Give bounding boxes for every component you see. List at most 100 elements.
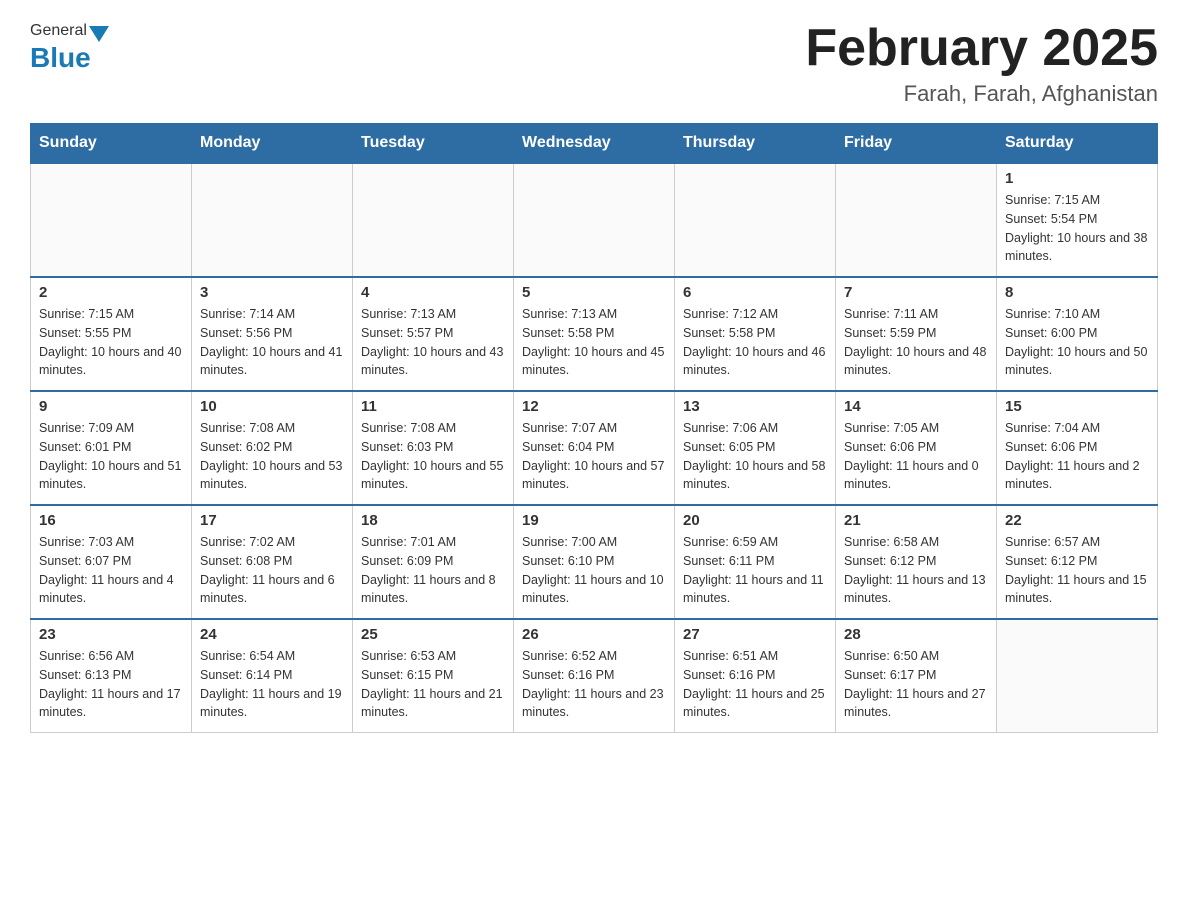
sun-info: Sunrise: 7:07 AMSunset: 6:04 PMDaylight:… <box>522 419 666 494</box>
calendar-cell: 13 Sunrise: 7:06 AMSunset: 6:05 PMDayligh… <box>675 391 836 505</box>
sun-info: Sunrise: 6:56 AMSunset: 6:13 PMDaylight:… <box>39 647 183 722</box>
day-number: 28 <box>844 626 988 643</box>
calendar-weekday-wednesday: Wednesday <box>514 124 675 164</box>
day-number: 5 <box>522 284 666 301</box>
calendar-cell <box>997 619 1158 733</box>
sun-info: Sunrise: 7:01 AMSunset: 6:09 PMDaylight:… <box>361 533 505 608</box>
calendar-cell: 16 Sunrise: 7:03 AMSunset: 6:07 PMDayligh… <box>31 505 192 619</box>
day-number: 2 <box>39 284 183 301</box>
day-number: 18 <box>361 512 505 529</box>
calendar-cell: 10 Sunrise: 7:08 AMSunset: 6:02 PMDayligh… <box>192 391 353 505</box>
sun-info: Sunrise: 7:13 AMSunset: 5:58 PMDaylight:… <box>522 305 666 380</box>
calendar-cell: 20 Sunrise: 6:59 AMSunset: 6:11 PMDayligh… <box>675 505 836 619</box>
day-number: 14 <box>844 398 988 415</box>
sun-info: Sunrise: 6:50 AMSunset: 6:17 PMDaylight:… <box>844 647 988 722</box>
calendar-cell: 1 Sunrise: 7:15 AMSunset: 5:54 PMDaylight… <box>997 163 1158 277</box>
sun-info: Sunrise: 6:52 AMSunset: 6:16 PMDaylight:… <box>522 647 666 722</box>
calendar-weekday-sunday: Sunday <box>31 124 192 164</box>
day-number: 13 <box>683 398 827 415</box>
calendar-table: SundayMondayTuesdayWednesdayThursdayFrid… <box>30 123 1158 733</box>
day-number: 6 <box>683 284 827 301</box>
sun-info: Sunrise: 7:15 AMSunset: 5:54 PMDaylight:… <box>1005 191 1149 266</box>
sun-info: Sunrise: 6:59 AMSunset: 6:11 PMDaylight:… <box>683 533 827 608</box>
calendar-weekday-friday: Friday <box>836 124 997 164</box>
calendar-cell: 23 Sunrise: 6:56 AMSunset: 6:13 PMDayligh… <box>31 619 192 733</box>
sun-info: Sunrise: 7:14 AMSunset: 5:56 PMDaylight:… <box>200 305 344 380</box>
calendar-cell <box>31 163 192 277</box>
calendar-weekday-saturday: Saturday <box>997 124 1158 164</box>
page-header: General Blue February 2025 Farah, Farah,… <box>30 20 1158 107</box>
calendar-cell: 22 Sunrise: 6:57 AMSunset: 6:12 PMDayligh… <box>997 505 1158 619</box>
day-number: 20 <box>683 512 827 529</box>
calendar-cell: 11 Sunrise: 7:08 AMSunset: 6:03 PMDayligh… <box>353 391 514 505</box>
calendar-cell <box>353 163 514 277</box>
calendar-cell <box>675 163 836 277</box>
page-title: February 2025 <box>805 20 1158 77</box>
calendar-cell <box>514 163 675 277</box>
calendar-cell: 3Sunrise: 7:14 AMSunset: 5:56 PMDaylight… <box>192 277 353 391</box>
calendar-cell: 24Sunrise: 6:54 AMSunset: 6:14 PMDayligh… <box>192 619 353 733</box>
sun-info: Sunrise: 7:13 AMSunset: 5:57 PMDaylight:… <box>361 305 505 380</box>
sun-info: Sunrise: 7:08 AMSunset: 6:03 PMDaylight:… <box>361 419 505 494</box>
day-number: 12 <box>522 398 666 415</box>
calendar-header-row: SundayMondayTuesdayWednesdayThursdayFrid… <box>31 124 1158 164</box>
sun-info: Sunrise: 7:05 AMSunset: 6:06 PMDaylight:… <box>844 419 988 494</box>
calendar-cell: 14 Sunrise: 7:05 AMSunset: 6:06 PMDayligh… <box>836 391 997 505</box>
day-number: 26 <box>522 626 666 643</box>
calendar-week-row: 2 Sunrise: 7:15 AMSunset: 5:55 PMDaylight… <box>31 277 1158 391</box>
calendar-cell <box>836 163 997 277</box>
day-number: 27 <box>683 626 827 643</box>
day-number: 22 <box>1005 512 1149 529</box>
day-number: 1 <box>1005 170 1149 187</box>
calendar-cell: 15 Sunrise: 7:04 AMSunset: 6:06 PMDayligh… <box>997 391 1158 505</box>
calendar-cell: 26 Sunrise: 6:52 AMSunset: 6:16 PMDayligh… <box>514 619 675 733</box>
calendar-weekday-monday: Monday <box>192 124 353 164</box>
day-number: 8 <box>1005 284 1149 301</box>
calendar-cell: 25 Sunrise: 6:53 AMSunset: 6:15 PMDayligh… <box>353 619 514 733</box>
logo-general-text: General <box>30 22 87 40</box>
calendar-cell: 27 Sunrise: 6:51 AMSunset: 6:16 PMDayligh… <box>675 619 836 733</box>
calendar-weekday-tuesday: Tuesday <box>353 124 514 164</box>
sun-info: Sunrise: 7:08 AMSunset: 6:02 PMDaylight:… <box>200 419 344 494</box>
sun-info: Sunrise: 7:06 AMSunset: 6:05 PMDaylight:… <box>683 419 827 494</box>
calendar-cell: 21Sunrise: 6:58 AMSunset: 6:12 PMDayligh… <box>836 505 997 619</box>
calendar-weekday-thursday: Thursday <box>675 124 836 164</box>
sun-info: Sunrise: 6:54 AMSunset: 6:14 PMDaylight:… <box>200 647 344 722</box>
day-number: 15 <box>1005 398 1149 415</box>
day-number: 19 <box>522 512 666 529</box>
sun-info: Sunrise: 7:15 AMSunset: 5:55 PMDaylight:… <box>39 305 183 380</box>
calendar-cell: 9Sunrise: 7:09 AMSunset: 6:01 PMDaylight… <box>31 391 192 505</box>
calendar-week-row: 16 Sunrise: 7:03 AMSunset: 6:07 PMDayligh… <box>31 505 1158 619</box>
day-number: 23 <box>39 626 183 643</box>
sun-info: Sunrise: 6:53 AMSunset: 6:15 PMDaylight:… <box>361 647 505 722</box>
day-number: 7 <box>844 284 988 301</box>
logo-blue-text: Blue <box>30 42 91 74</box>
day-number: 11 <box>361 398 505 415</box>
sun-info: Sunrise: 7:02 AMSunset: 6:08 PMDaylight:… <box>200 533 344 608</box>
calendar-week-row: 9Sunrise: 7:09 AMSunset: 6:01 PMDaylight… <box>31 391 1158 505</box>
day-number: 10 <box>200 398 344 415</box>
sun-info: Sunrise: 7:03 AMSunset: 6:07 PMDaylight:… <box>39 533 183 608</box>
title-area: February 2025 Farah, Farah, Afghanistan <box>805 20 1158 107</box>
day-number: 9 <box>39 398 183 415</box>
day-number: 16 <box>39 512 183 529</box>
calendar-week-row: 1 Sunrise: 7:15 AMSunset: 5:54 PMDaylight… <box>31 163 1158 277</box>
day-number: 4 <box>361 284 505 301</box>
calendar-cell: 8 Sunrise: 7:10 AMSunset: 6:00 PMDaylight… <box>997 277 1158 391</box>
sun-info: Sunrise: 7:00 AMSunset: 6:10 PMDaylight:… <box>522 533 666 608</box>
calendar-cell: 7Sunrise: 7:11 AMSunset: 5:59 PMDaylight… <box>836 277 997 391</box>
day-number: 17 <box>200 512 344 529</box>
calendar-week-row: 23 Sunrise: 6:56 AMSunset: 6:13 PMDayligh… <box>31 619 1158 733</box>
calendar-cell: 17 Sunrise: 7:02 AMSunset: 6:08 PMDayligh… <box>192 505 353 619</box>
sun-info: Sunrise: 6:57 AMSunset: 6:12 PMDaylight:… <box>1005 533 1149 608</box>
day-number: 25 <box>361 626 505 643</box>
sun-info: Sunrise: 7:10 AMSunset: 6:00 PMDaylight:… <box>1005 305 1149 380</box>
calendar-cell <box>192 163 353 277</box>
calendar-cell: 6Sunrise: 7:12 AMSunset: 5:58 PMDaylight… <box>675 277 836 391</box>
logo: General Blue <box>30 20 111 74</box>
sun-info: Sunrise: 6:51 AMSunset: 6:16 PMDaylight:… <box>683 647 827 722</box>
calendar-cell: 19 Sunrise: 7:00 AMSunset: 6:10 PMDayligh… <box>514 505 675 619</box>
sun-info: Sunrise: 7:04 AMSunset: 6:06 PMDaylight:… <box>1005 419 1149 494</box>
calendar-cell: 2 Sunrise: 7:15 AMSunset: 5:55 PMDaylight… <box>31 277 192 391</box>
calendar-cell: 28 Sunrise: 6:50 AMSunset: 6:17 PMDayligh… <box>836 619 997 733</box>
